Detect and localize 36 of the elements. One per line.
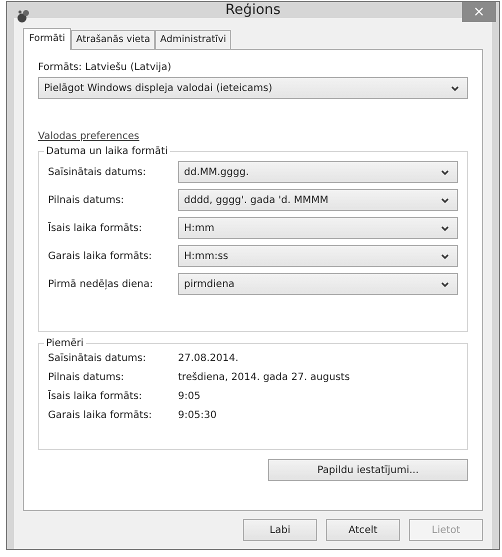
example-value: 9:05 [178,391,200,402]
field-label: Pilnais datums: [48,194,126,206]
format-dropdown[interactable]: dddd, gggg'. gada 'd. MMMM [178,189,458,211]
example-label: Pilnais datums: [48,372,126,383]
chevron-down-icon [441,282,449,286]
format-select[interactable]: Pielāgot Windows displeja valodai (ieteicams) [38,77,468,99]
format-dropdown[interactable]: H:mm:ss [178,245,458,267]
chevron-down-icon [441,198,449,202]
tab[interactable]: Administratīvi [155,30,232,49]
format-label: Formāts: Latviešu (Latvija) [38,62,172,73]
field-label: Pirmā nedēļas diena: [48,278,154,290]
example-label: Saīsinātais datums: [48,353,147,364]
chevron-down-icon [451,86,459,90]
additional-settings-button[interactable]: Papildu iestatījumi... [268,459,468,481]
format-dropdown[interactable]: pirmdiena [178,273,458,295]
group-title: Datuma un laika formāti [45,146,169,157]
chevron-down-icon [441,226,449,230]
example-value: 9:05:30 [178,410,217,421]
example-value: 27.08.2014. [178,353,238,364]
tab[interactable]: Atrašanās vieta [71,30,156,49]
chevron-down-icon [441,254,449,258]
field-label: Saīsinātais datums: [48,166,147,178]
chevron-down-icon [441,170,449,174]
tab[interactable]: Formāti [23,28,72,50]
example-label: Īsais laika formāts: [48,391,144,402]
group-title: Piemēri [45,338,85,349]
dialog-button[interactable]: Labi [243,519,317,541]
language-preferences-link[interactable]: Valodas preferences [38,131,140,142]
example-label: Garais laika formāts: [48,410,153,421]
field-label: Īsais laika formāts: [48,222,144,234]
field-label: Garais laika formāts: [48,250,153,262]
window-title: Reģions [225,2,281,18]
format-dropdown[interactable]: dd.MM.gggg. [178,161,458,183]
format-dropdown[interactable]: H:mm [178,217,458,239]
dialog-button[interactable]: Atcelt [326,519,400,541]
example-value: trešdiena, 2014. gada 27. augusts [178,372,350,383]
